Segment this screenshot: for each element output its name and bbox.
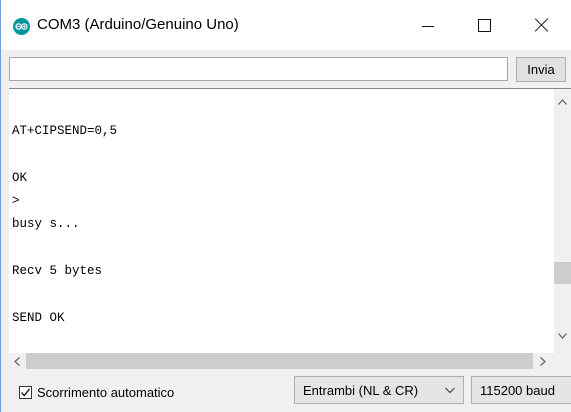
horizontal-scroll-thumb[interactable]	[26, 353, 533, 369]
window-title: COM3 (Arduino/Genuino Uno)	[37, 16, 239, 33]
send-button[interactable]: Invia	[516, 57, 566, 82]
close-icon	[535, 18, 549, 32]
autoscroll-label: Scorrimento automatico	[37, 384, 175, 400]
scroll-left-icon[interactable]	[14, 357, 20, 366]
scroll-down-icon[interactable]	[558, 333, 567, 339]
maximize-button[interactable]	[461, 0, 507, 50]
chevron-down-icon	[445, 387, 455, 394]
baud-rate-select[interactable]: 115200 baud	[471, 376, 571, 404]
line-ending-select[interactable]: Entrambi (NL & CR)	[294, 376, 464, 404]
serial-output[interactable]: AT+CIPSEND=0,5 OK > busy s... Recv 5 byt…	[9, 88, 571, 369]
scroll-right-icon[interactable]	[540, 357, 546, 366]
vertical-scrollbar[interactable]	[554, 89, 571, 353]
horizontal-scrollbar[interactable]	[9, 353, 554, 369]
minimize-icon	[422, 25, 434, 27]
maximize-icon	[477, 18, 491, 32]
checkmark-icon	[20, 388, 31, 397]
arduino-icon	[13, 18, 30, 35]
close-button[interactable]	[519, 0, 565, 50]
autoscroll-checkbox[interactable]	[19, 385, 32, 399]
serial-monitor-window: COM3 (Arduino/Genuino Uno) Invia AT+CIPS…	[0, 0, 571, 412]
scrollbar-corner	[554, 353, 571, 369]
title-bar[interactable]: COM3 (Arduino/Genuino Uno)	[1, 0, 571, 50]
scroll-up-icon[interactable]	[558, 99, 567, 105]
line-ending-value: Entrambi (NL & CR)	[303, 382, 419, 398]
send-input[interactable]	[9, 57, 508, 81]
baud-rate-value: 115200 baud	[480, 382, 555, 398]
serial-output-text: AT+CIPSEND=0,5 OK > busy s... Recv 5 byt…	[12, 124, 118, 325]
minimize-button[interactable]	[405, 0, 451, 50]
vertical-scroll-thumb[interactable]	[554, 262, 571, 284]
autoscroll-toggle[interactable]: Scorrimento automatico	[19, 383, 174, 401]
